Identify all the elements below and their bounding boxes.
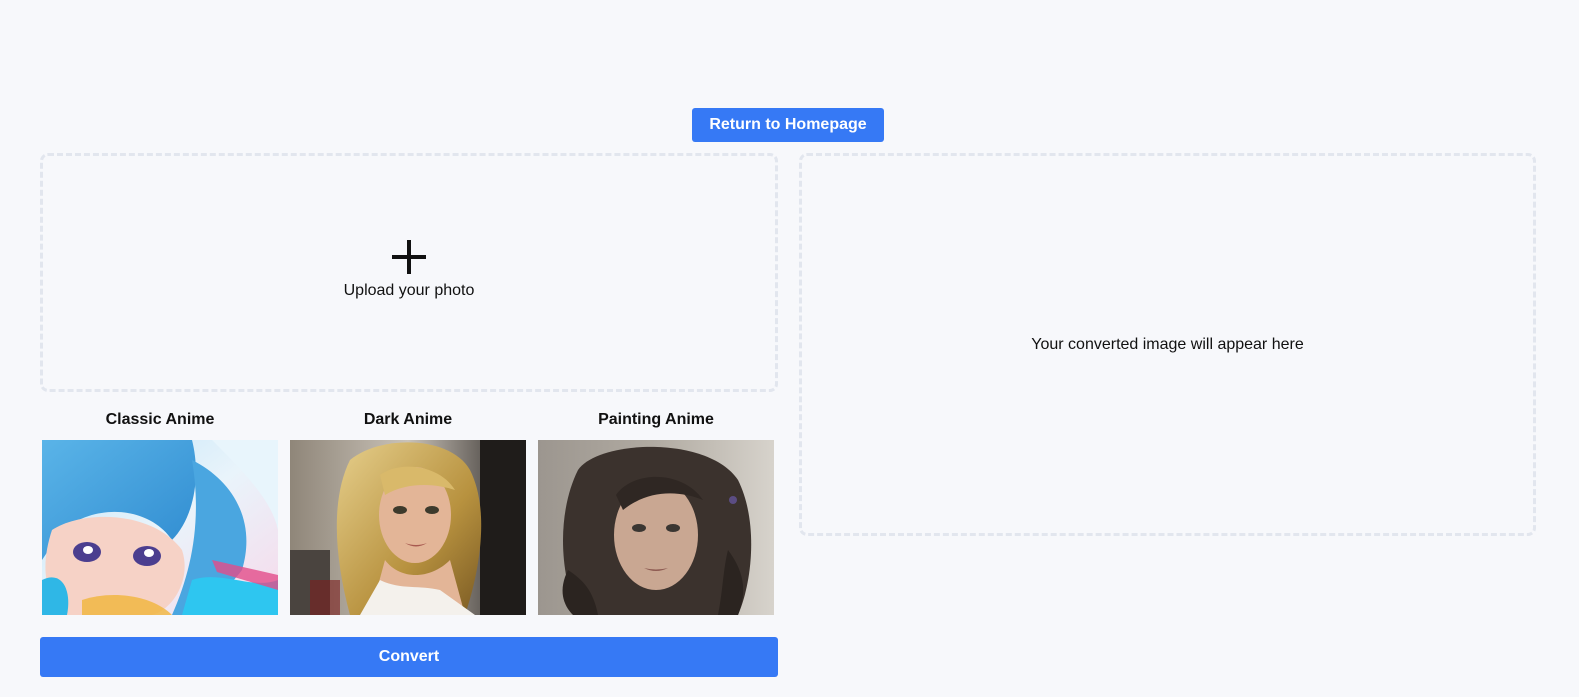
style-options: Classic Anime Dark Anime Painting Anime (42, 410, 778, 615)
style-title: Dark Anime (363, 411, 453, 428)
dark-anime-image (290, 440, 526, 615)
painting-anime-thumbnail[interactable] (538, 440, 774, 615)
output-placeholder-text: Your converted image will appear here (1031, 335, 1304, 353)
style-option-dark-anime[interactable]: Dark Anime (290, 410, 526, 615)
classic-anime-thumbnail[interactable] (42, 440, 278, 615)
classic-anime-image (42, 440, 278, 615)
photo-upload-dropzone[interactable]: Upload your photo (40, 153, 778, 392)
painting-anime-image (538, 440, 774, 615)
style-option-classic-anime[interactable]: Classic Anime (42, 410, 278, 615)
style-title: Painting Anime (598, 411, 714, 428)
plus-icon (392, 239, 426, 274)
style-title: Classic Anime (105, 411, 215, 428)
dark-anime-thumbnail[interactable] (290, 440, 526, 615)
converted-image-output: Your converted image will appear here (799, 153, 1536, 536)
style-option-painting-anime[interactable]: Painting Anime (538, 410, 774, 615)
convert-button[interactable]: Convert (40, 637, 778, 677)
upload-label: Upload your photo (343, 281, 475, 299)
return-to-homepage-button[interactable]: Return to Homepage (692, 108, 884, 142)
